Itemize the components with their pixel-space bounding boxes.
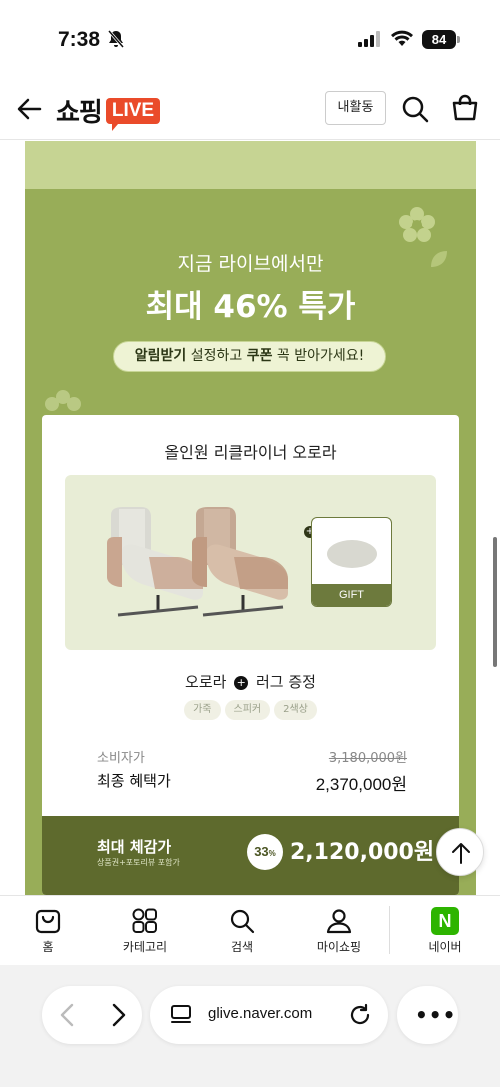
- notice-bold-coupon: 쿠폰: [246, 348, 273, 364]
- max-benefit-price: 2,120,000원: [290, 840, 435, 865]
- gift-rug-box: GIFT: [311, 517, 392, 607]
- rug-image: [327, 540, 377, 568]
- status-bar: 7:38 84: [0, 0, 500, 78]
- search-icon[interactable]: [400, 94, 430, 128]
- product-bundle-line: 오로라 + 러그 증정: [42, 671, 459, 692]
- consumer-price-label: 소비자가: [97, 751, 145, 766]
- tag-speaker: 스피커: [224, 700, 271, 720]
- nav-divider: [389, 906, 390, 954]
- person-icon: [291, 906, 387, 936]
- more-dots-icon: •••: [415, 1003, 457, 1027]
- scroll-to-top-button[interactable]: [436, 828, 484, 876]
- notice-bold-alarm: 알림받기: [134, 348, 187, 364]
- browser-toolbar: glive.naver.com •••: [0, 965, 500, 1087]
- nav-naver-label: 네이버: [428, 940, 462, 954]
- consumer-price-row: 소비자가 3,180,000원: [97, 747, 407, 766]
- max-benefit-sublabel: 상품권+포토리뷰 포함가: [97, 858, 180, 867]
- consumer-price: 3,180,000원: [328, 751, 407, 766]
- nav-category[interactable]: 카테고리: [97, 906, 193, 955]
- nav-category-label: 카테고리: [122, 940, 168, 954]
- reload-icon[interactable]: [348, 1003, 372, 1031]
- url-text: glive.naver.com: [208, 1005, 313, 1022]
- promo-banner: 지금 라이브에서만 최대 46% 특가 알림받기 설정하고 쿠폰 꼭 받아가세요…: [25, 141, 476, 895]
- shopping-live-logo[interactable]: 쇼핑 LIVE: [56, 92, 161, 131]
- category-grid-icon: [97, 906, 193, 936]
- max-benefit-bar[interactable]: 최대 체감가 상품권+포토리뷰 포함가 33% 2,120,000원: [42, 816, 459, 895]
- nav-my-shopping-label: 마이쇼핑: [316, 940, 362, 954]
- bottom-navigation: 홈 카테고리 검색 마이쇼핑 N 네이버: [0, 895, 500, 965]
- app-header: 쇼핑 LIVE 내활동: [0, 78, 500, 140]
- feature-tags: 가죽 스피커 2색상: [42, 700, 459, 720]
- bundle-gift: 러그 증정: [256, 673, 316, 691]
- promo-top-band: [25, 141, 476, 189]
- product-image[interactable]: + GIFT: [65, 475, 436, 650]
- my-activity-button[interactable]: 내활동: [325, 91, 386, 125]
- more-menu-button[interactable]: •••: [397, 986, 458, 1044]
- alarm-coupon-notice[interactable]: 알림받기 설정하고 쿠폰 꼭 받아가세요!: [113, 341, 386, 372]
- plus-circle-icon: +: [234, 676, 249, 690]
- arrow-up-icon: [452, 843, 470, 864]
- promo-subtitle: 지금 라이브에서만: [177, 253, 324, 275]
- recliner-chairs-image: [107, 507, 288, 617]
- final-price-label: 최종 혜택가: [97, 772, 171, 790]
- nav-home[interactable]: 홈: [0, 906, 96, 955]
- status-time: 7:38: [58, 28, 101, 51]
- flower-decoration-icon: [399, 207, 435, 242]
- naver-n-icon: N: [431, 907, 459, 935]
- address-bar[interactable]: glive.naver.com: [150, 986, 388, 1044]
- shopping-bag-icon[interactable]: [450, 93, 480, 127]
- browser-back-icon[interactable]: [56, 1003, 80, 1031]
- live-badge: LIVE: [105, 97, 161, 131]
- tab-layout-icon[interactable]: [170, 1005, 192, 1029]
- nav-search-label: 검색: [230, 940, 254, 954]
- browser-forward-icon[interactable]: [106, 1003, 130, 1031]
- logo-text: 쇼핑: [56, 98, 103, 128]
- product-card[interactable]: 올인원 리클라이너 오로라 + GIFT 오로라 + 러그 증정 가죽 스피커 …: [42, 415, 459, 895]
- page: 7:38 84 쇼핑 LIVE 내활동 지금 라이브에서만 최대 46% 특가 …: [0, 0, 500, 1087]
- battery-indicator: 84: [422, 30, 456, 49]
- home-bag-icon: [0, 906, 96, 936]
- gift-label: GIFT: [312, 584, 391, 606]
- nav-my-shopping[interactable]: 마이쇼핑: [291, 906, 387, 955]
- wifi-icon: [390, 29, 414, 51]
- flower-decoration-icon: [45, 390, 81, 411]
- discount-badge: 33%: [247, 834, 283, 870]
- back-arrow-icon[interactable]: [14, 94, 44, 124]
- tag-two-colors: 2색상: [274, 700, 317, 720]
- nav-search[interactable]: 검색: [194, 906, 290, 955]
- nav-naver-icon-wrap: N: [397, 906, 493, 936]
- discount-unit: %: [268, 849, 276, 858]
- promo-title: 최대 46% 특가: [145, 289, 356, 325]
- discount-rate: 33: [254, 844, 269, 859]
- max-benefit-label: 최대 체감가: [97, 838, 172, 856]
- page-scrollbar[interactable]: [493, 537, 497, 667]
- cellular-signal-icon: [358, 31, 382, 51]
- battery-tip: [457, 36, 460, 43]
- search-icon: [194, 906, 290, 936]
- notice-text: 설정하고: [186, 348, 247, 364]
- product-name: 올인원 리클라이너 오로라: [164, 443, 337, 462]
- nav-home-label: 홈: [42, 940, 54, 954]
- bundle-item: 오로라: [185, 673, 227, 691]
- final-price: 2,370,000원: [315, 775, 407, 794]
- final-price-row: 최종 혜택가 2,370,000원: [97, 770, 407, 795]
- notice-text-end: 꼭 받아가세요!: [272, 348, 365, 364]
- nav-naver[interactable]: N 네이버: [397, 906, 493, 955]
- browser-history-controls: [42, 986, 142, 1044]
- tag-leather: 가죽: [184, 700, 221, 720]
- bell-muted-icon: [107, 30, 125, 52]
